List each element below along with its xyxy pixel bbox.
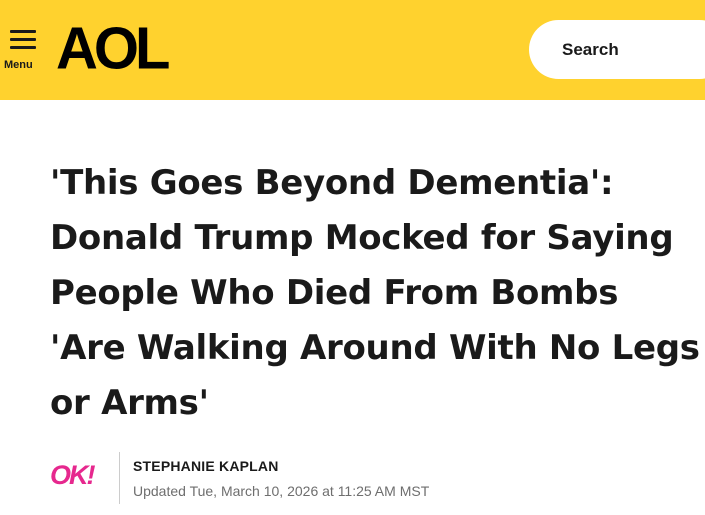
byline: OK! STEPHANIE KAPLAN Updated Tue, March … <box>50 452 690 508</box>
hamburger-menu-icon <box>10 30 36 52</box>
search-label: Search <box>562 40 619 59</box>
site-header: Menu AOL Search <box>0 0 705 100</box>
updated-timestamp: Updated Tue, March 10, 2026 at 11:25 AM … <box>133 483 430 499</box>
aol-logo[interactable]: AOL <box>56 19 170 78</box>
ok-magazine-logo[interactable]: OK! <box>50 460 95 491</box>
article-headline: 'This Goes Beyond Dementia': Donald Trum… <box>50 163 700 423</box>
menu-button[interactable]: Menu <box>0 26 46 74</box>
author-name[interactable]: STEPHANIE KAPLAN <box>133 458 279 474</box>
menu-label: Menu <box>4 59 33 71</box>
byline-divider <box>119 452 120 504</box>
search-button[interactable]: Search <box>529 20 705 79</box>
